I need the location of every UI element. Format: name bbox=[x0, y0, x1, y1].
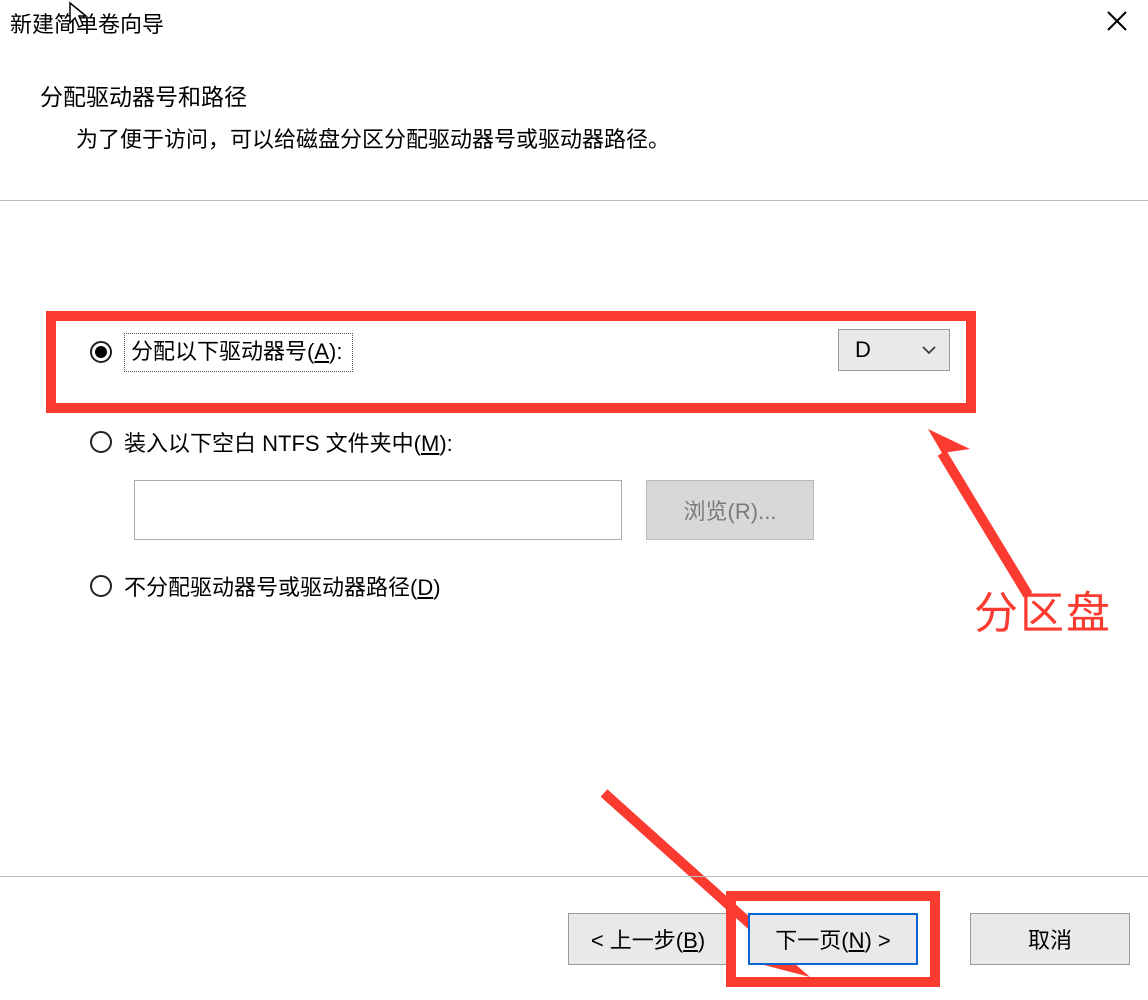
option-no-assign-label[interactable]: 不分配驱动器号或驱动器路径(D) bbox=[124, 570, 441, 602]
close-button[interactable] bbox=[1100, 9, 1134, 37]
window-title: 新建简单卷向导 bbox=[10, 7, 164, 39]
page-subheading: 为了便于访问，可以给磁盘分区分配驱动器号或驱动器路径。 bbox=[40, 122, 1108, 154]
chevron-down-icon bbox=[921, 342, 937, 358]
back-button[interactable]: < 上一步(B) bbox=[568, 913, 728, 965]
titlebar: 新建简单卷向导 bbox=[0, 0, 1148, 46]
annotation-text: 分区盘 bbox=[974, 577, 1112, 641]
annotation-highlight-next: 下一页(N) > bbox=[726, 891, 940, 987]
cancel-button[interactable]: 取消 bbox=[970, 913, 1130, 965]
radio-mount-folder[interactable] bbox=[90, 431, 112, 453]
mount-folder-path-input bbox=[134, 480, 622, 540]
radio-assign-letter[interactable] bbox=[90, 341, 112, 363]
option-assign-letter-label[interactable]: 分配以下驱动器号(A): bbox=[124, 333, 353, 372]
window-title-text: 新建简单卷向导 bbox=[10, 12, 164, 37]
drive-letter-select[interactable]: D bbox=[838, 329, 950, 371]
option-mount-folder-row: 装入以下空白 NTFS 文件夹中(M): bbox=[46, 422, 1102, 462]
wizard-footer: < 上一步(B) 下一页(N) > 取消 bbox=[0, 876, 1148, 1000]
wizard-content: 分配以下驱动器号(A): D 装入以下空白 NTFS 文件夹中(M): 浏览(R… bbox=[0, 201, 1148, 861]
radio-no-assign[interactable] bbox=[90, 575, 112, 597]
browse-button: 浏览(R)... bbox=[646, 480, 814, 540]
next-button[interactable]: 下一页(N) > bbox=[748, 913, 918, 965]
option-no-assign-row: 不分配驱动器号或驱动器路径(D) bbox=[46, 566, 1102, 606]
drive-letter-value: D bbox=[855, 337, 871, 363]
wizard-header: 分配驱动器号和路径 为了便于访问，可以给磁盘分区分配驱动器号或驱动器路径。 bbox=[0, 46, 1148, 200]
mount-folder-path-row: 浏览(R)... bbox=[46, 480, 1102, 540]
option-assign-letter-row: 分配以下驱动器号(A): D bbox=[46, 311, 1102, 394]
close-icon bbox=[1106, 10, 1128, 32]
option-mount-folder-label[interactable]: 装入以下空白 NTFS 文件夹中(M): bbox=[124, 426, 453, 458]
page-heading: 分配驱动器号和路径 bbox=[40, 78, 1108, 112]
